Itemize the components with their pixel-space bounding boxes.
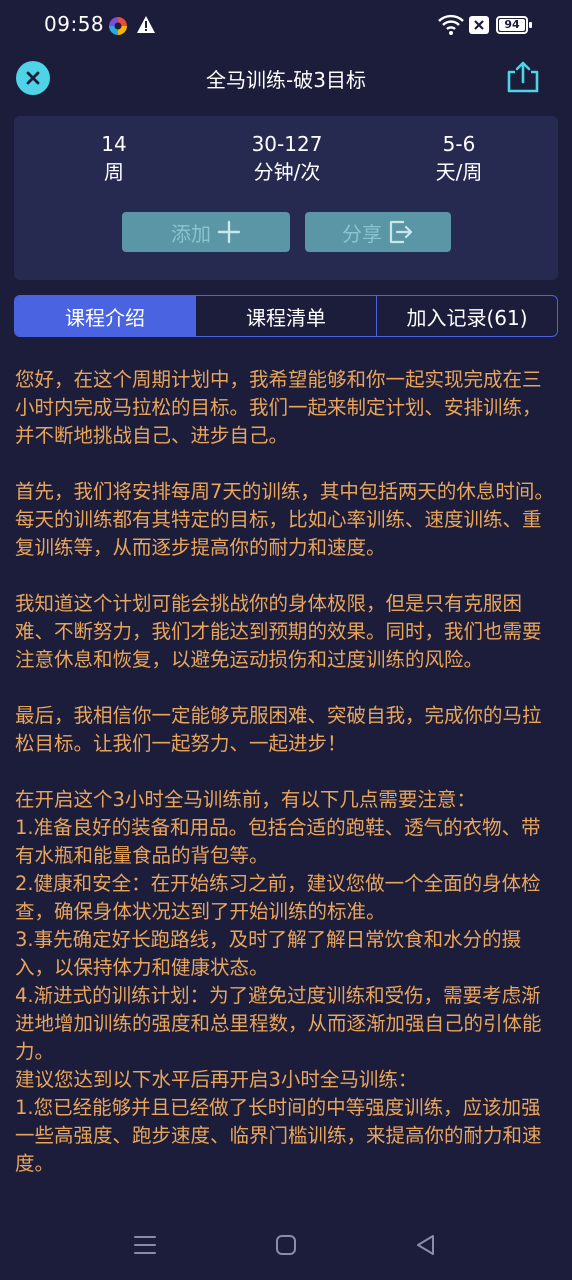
paragraph-closing: 最后，我相信你一定能够克服困难、突破自我，完成你的马拉松目标。让我们一起努力、一… [15,704,542,755]
battery-level: 94 [504,18,520,31]
wifi-icon [438,14,464,35]
status-bar: 09:58 94 [0,0,572,52]
stat-value: 30-127 [251,132,323,156]
note-item: 1.准备良好的装备和用品。包括合适的跑鞋、透气的衣物、带有水瓶和能量食品的背包等… [15,816,541,867]
stat-days: 5-6 天/周 [384,130,534,186]
paragraph-challenge: 我知道这个计划可能会挑战你的身体极限，但是只有克服困难、不断努力，我们才能达到预… [15,592,542,671]
home-icon[interactable] [275,1234,297,1256]
add-button-label: 添加 [171,221,211,246]
add-button[interactable]: 添加 [122,212,290,252]
tab-intro[interactable]: 课程介绍 [15,296,196,336]
page-title: 全马训练-破3目标 [206,68,366,92]
header: 全马训练-破3目标 [0,52,572,102]
note-item: 4.渐进式的训练计划：为了避免过度训练和受伤，需要考虑渐进地增加训练的强度和总里… [15,984,542,1063]
export-icon [389,220,413,244]
stat-unit: 周 [104,160,124,184]
tab-list[interactable]: 课程清单 [196,296,377,336]
plan-summary-card: 14 周 30-127 分钟/次 5-6 天/周 添加 分享 [14,116,558,280]
tab-records[interactable]: 加入记录(61) [377,296,557,336]
sim-off-icon [469,16,489,34]
share-button[interactable]: 分享 [305,212,451,252]
system-nav-bar [0,1212,572,1280]
paragraph-schedule: 首先，我们将安排每周7天的训练，其中包括两天的休息时间。每天的训练都有其特定的目… [15,480,554,559]
notes-heading: 在开启这个3小时全马训练前，有以下几点需要注意： [15,788,476,811]
stat-value: 5-6 [442,132,476,156]
plus-icon [217,220,241,244]
warning-icon [137,16,155,33]
menu-icon[interactable] [133,1234,157,1256]
back-icon[interactable] [414,1233,438,1257]
requirement-item: 1.您已经能够并且已经做了长时间的中等强度训练，应该加强一些高强度、跑步速度、临… [15,1096,542,1175]
requirements-heading: 建议您达到以下水平后再开启3小时全马训练： [15,1068,418,1091]
stat-weeks: 14 周 [39,130,189,186]
course-description[interactable]: 您好，在这个周期计划中，我希望能够和你一起实现完成在三小时内完成马拉松的目标。我… [15,366,557,1212]
stat-unit: 天/周 [435,160,483,184]
battery-indicator: 94 [496,16,532,34]
app-notification-icon [109,17,127,35]
stat-minutes: 30-127 分钟/次 [212,130,362,186]
share-button-label: 分享 [342,221,382,246]
course-tabs: 课程介绍 课程清单 加入记录(61) [14,295,558,337]
stat-value: 14 [101,132,127,156]
status-time: 09:58 [44,12,105,36]
stat-unit: 分钟/次 [253,160,321,184]
note-item: 3.事先确定好长跑路线，及时了解了解日常饮食和水分的摄入，以保持体力和健康状态。 [15,928,522,979]
share-icon[interactable] [506,60,540,94]
paragraph-intro: 您好，在这个周期计划中，我希望能够和你一起实现完成在三小时内完成马拉松的目标。我… [15,368,542,447]
note-item: 2.健康和安全：在开始练习之前，建议您做一个全面的身体检查，确保身体状况达到了开… [15,872,541,923]
